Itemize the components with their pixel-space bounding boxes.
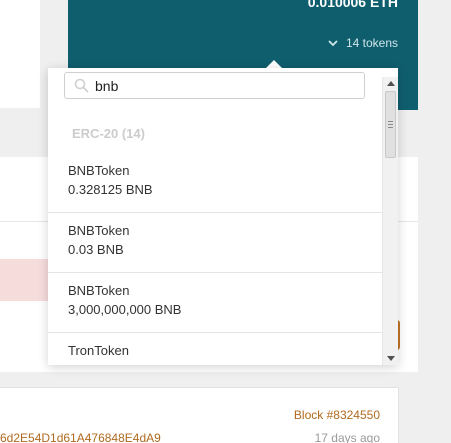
grip-line: [388, 121, 393, 122]
grip-line: [388, 124, 393, 125]
token-name: BNBToken: [68, 283, 130, 298]
token-item[interactable]: BNBToken 3,000,000,000 BNB: [48, 273, 382, 333]
token-name: BNBToken: [68, 163, 130, 178]
search-icon: [74, 78, 89, 98]
token-balance: 3,000,000,000 BNB: [68, 302, 182, 317]
tokens-count-label: 14 tokens: [345, 36, 398, 50]
dropdown-caret: [266, 60, 282, 68]
token-item[interactable]: TronToken: [48, 333, 382, 365]
block-number-link[interactable]: Block #8324550: [294, 408, 380, 422]
token-dropdown: ERC-20 (14) BNBToken 0.328125 BNB BNBTok…: [48, 68, 398, 365]
block-card: Block #8324550 6d2E54D1d61A476848E4dA9 1…: [0, 387, 399, 443]
group-header-erc20: ERC-20 (14): [72, 126, 145, 141]
token-list: ERC-20 (14) BNBToken 0.328125 BNB BNBTok…: [48, 108, 382, 365]
token-search-input[interactable]: [95, 76, 355, 95]
tokens-toggle-button[interactable]: 14 tokens: [328, 36, 398, 50]
block-age: 17 days ago: [314, 431, 380, 443]
grip-line: [388, 127, 393, 128]
token-item[interactable]: BNBToken 0.328125 BNB: [48, 153, 382, 213]
dropdown-scrollbar[interactable]: [382, 77, 398, 365]
scroll-up-arrow-icon[interactable]: [387, 81, 395, 86]
scrollbar-thumb[interactable]: [385, 91, 396, 158]
chevron-down-icon: [328, 39, 338, 47]
page: Block #8324550 6d2E54D1d61A476848E4dA9 1…: [0, 0, 451, 443]
scroll-down-arrow-icon[interactable]: [387, 356, 395, 361]
token-balance: 0.328125 BNB: [68, 182, 153, 197]
address-link[interactable]: 6d2E54D1d61A476848E4dA9: [0, 431, 161, 443]
token-name: TronToken: [68, 343, 129, 358]
balance-amount: 0.010006 ETH: [307, 0, 398, 10]
token-balance: 0.03 BNB: [68, 242, 124, 257]
top-left-card: [0, 0, 40, 108]
token-name: BNBToken: [68, 223, 130, 238]
token-item[interactable]: BNBToken 0.03 BNB: [48, 213, 382, 273]
token-search-box[interactable]: [64, 72, 365, 99]
